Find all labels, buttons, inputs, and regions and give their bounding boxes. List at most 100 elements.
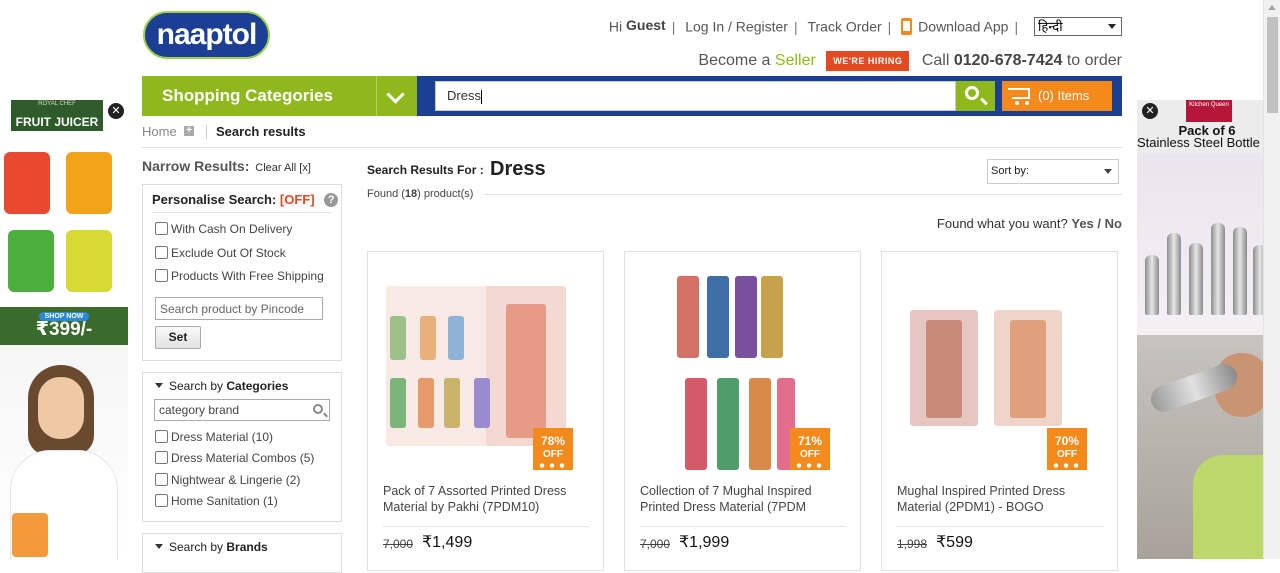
to-order-text: to order [1066, 52, 1122, 70]
set-button[interactable]: Set [155, 326, 201, 349]
free-shipping-filter[interactable]: Products With Free Shipping [155, 269, 324, 283]
categories-panel: Search by Categories category brand Dres… [142, 372, 342, 522]
personalise-toggle[interactable]: [OFF] [280, 192, 315, 207]
checkbox[interactable] [155, 473, 168, 486]
cart-count: (0) Items [1038, 88, 1090, 103]
discount-off-label: OFF [543, 449, 563, 460]
categories-title[interactable]: Search by Categories [155, 379, 288, 393]
seller-link[interactable]: Seller [775, 52, 816, 69]
juicer-image [66, 152, 112, 214]
product-title[interactable]: Pack of 7 Assorted Printed Dress Materia… [383, 483, 593, 515]
product-card[interactable]: 78% OFF Pack of 7 Assorted Printed Dress … [367, 251, 604, 571]
fruit-juicer-ad: ROYAL CHEF FRUIT JUICER SHOP NOW ₹399/- [0, 100, 128, 345]
cart-icon [1008, 88, 1032, 105]
ad-model-image [1137, 335, 1263, 559]
juicer-image [66, 230, 112, 292]
category-filter-label: Dress Material Combos (5) [171, 451, 315, 465]
page-scrollbar[interactable] [1263, 0, 1280, 559]
shopping-categories-menu[interactable]: Shopping Categories [142, 76, 376, 116]
triangle-down-icon [155, 544, 163, 549]
breadcrumb: Home + Search results [142, 124, 1122, 148]
result-count: 18 [404, 188, 418, 200]
close-left-ad-icon[interactable]: ✕ [108, 103, 124, 119]
categories-word: Categories [226, 379, 289, 393]
search-by-text: Search by [169, 540, 224, 554]
download-app-link[interactable]: Download App [918, 19, 1008, 35]
feedback-no-link[interactable]: No [1105, 216, 1122, 231]
category-search-input[interactable]: category brand [154, 399, 330, 421]
checkbox[interactable] [155, 451, 168, 464]
ad-brand-box: ROYAL CHEF FRUIT JUICER [11, 100, 103, 131]
juicer-image [8, 230, 54, 292]
found-what-text: Found what you want? [936, 216, 1068, 231]
personalise-label: Personalise Search: [152, 192, 277, 207]
checkbox[interactable] [155, 222, 168, 235]
checkbox[interactable] [155, 246, 168, 259]
chevron-down-icon[interactable] [376, 76, 417, 116]
category-filter-item[interactable]: Nightwear & Lingerie (2) [155, 473, 300, 487]
search-results-for-label: Search Results For : [367, 163, 484, 177]
hiring-badge[interactable]: WE'RE HIRING [826, 51, 910, 71]
naaptol-logo[interactable]: naaptol [143, 11, 270, 59]
ad-price: ₹399/- [35, 319, 93, 340]
product-card[interactable]: 70% OFF Mughal Inspired Printed Dress Mat… [881, 251, 1118, 571]
bottles-image [1137, 155, 1263, 335]
category-filter-item[interactable]: Dress Material Combos (5) [155, 451, 314, 465]
pincode-input[interactable]: Search product by Pincode [155, 297, 323, 320]
product-mrp: 7,000 [383, 537, 414, 551]
feedback-yes-link[interactable]: Yes [1071, 216, 1093, 231]
category-filter-item[interactable]: Home Sanitation (1) [155, 494, 278, 508]
category-filter-item[interactable]: Dress Material (10) [155, 430, 273, 444]
cart-button[interactable]: (0) Items [1002, 81, 1112, 111]
discount-badge: 71% OFF [790, 428, 830, 470]
plus-icon[interactable]: + [184, 126, 194, 136]
language-select[interactable]: हिन्दी [1034, 17, 1122, 36]
breadcrumb-home[interactable]: Home [142, 124, 177, 139]
cod-filter[interactable]: With Cash On Delivery [155, 222, 292, 236]
sort-by-select[interactable]: Sort by: [987, 159, 1119, 184]
right-advertisement[interactable]: Kitchen Queen Pack of 6 Stainless Steel … [1137, 100, 1263, 559]
logo-text: naaptol [156, 18, 258, 51]
ad-brand-title: FRUIT JUICER [15, 115, 99, 129]
checkbox[interactable] [155, 430, 168, 443]
scrollbar-thumb[interactable] [1267, 17, 1278, 113]
category-search-placeholder: category brand [159, 403, 240, 417]
main-navbar: Shopping Categories Dress (0) Items [142, 76, 1122, 116]
product-price: ₹599 [936, 534, 973, 551]
clear-all-link[interactable]: Clear All [x] [255, 162, 311, 174]
category-filter-label: Home Sanitation (1) [171, 494, 278, 508]
product-title[interactable]: Mughal Inspired Printed Dress Material (… [897, 483, 1107, 515]
scroll-up-icon[interactable] [1268, 5, 1276, 10]
checkbox[interactable] [155, 494, 168, 507]
top-links: Hi Guest | Log In / Register | Track Order… [609, 17, 1122, 36]
brands-title[interactable]: Search by Brands [155, 540, 268, 554]
close-right-ad-icon[interactable]: ✕ [1142, 103, 1158, 119]
free-shipping-label: Products With Free Shipping [171, 269, 324, 283]
discount-off-label: OFF [800, 449, 820, 460]
exclude-out-of-stock-label: Exclude Out Of Stock [171, 246, 286, 260]
ad-price-band: SHOP NOW ₹399/- [0, 307, 128, 345]
found-count: Found (18) product(s) [367, 188, 474, 200]
search-icon[interactable] [313, 404, 323, 414]
exclude-out-of-stock-filter[interactable]: Exclude Out Of Stock [155, 246, 286, 260]
help-icon[interactable]: ? [324, 193, 339, 207]
checkbox[interactable] [155, 269, 168, 282]
product-card[interactable]: 71% OFF Collection of 7 Mughal Inspired P… [624, 251, 861, 571]
product-title[interactable]: Collection of 7 Mughal Inspired Printed … [640, 483, 850, 515]
become-a-text: Become a [698, 52, 771, 70]
left-advertisement[interactable]: ROYAL CHEF FRUIT JUICER SHOP NOW ₹399/- [0, 100, 128, 559]
search-input[interactable]: Dress [435, 81, 956, 111]
search-input-value: Dress [447, 88, 481, 103]
search-button[interactable] [956, 81, 995, 111]
category-filter-label: Dress Material (10) [171, 430, 274, 444]
personalise-search-panel: Personalise Search: [OFF] ? With Cash On… [142, 184, 342, 361]
login-register-link[interactable]: Log In / Register [685, 19, 788, 35]
narrow-results-header: Narrow Results: Clear All [x] [142, 158, 311, 174]
product-mrp: 1,998 [897, 537, 928, 551]
ad-subtitle: Stainless Steel Bottle [1137, 135, 1260, 150]
search-by-text: Search by [169, 379, 224, 393]
discount-badge: 70% OFF [1047, 428, 1087, 470]
ad-model-image [0, 345, 128, 559]
search-icon [965, 86, 979, 100]
track-order-link[interactable]: Track Order [807, 19, 881, 35]
